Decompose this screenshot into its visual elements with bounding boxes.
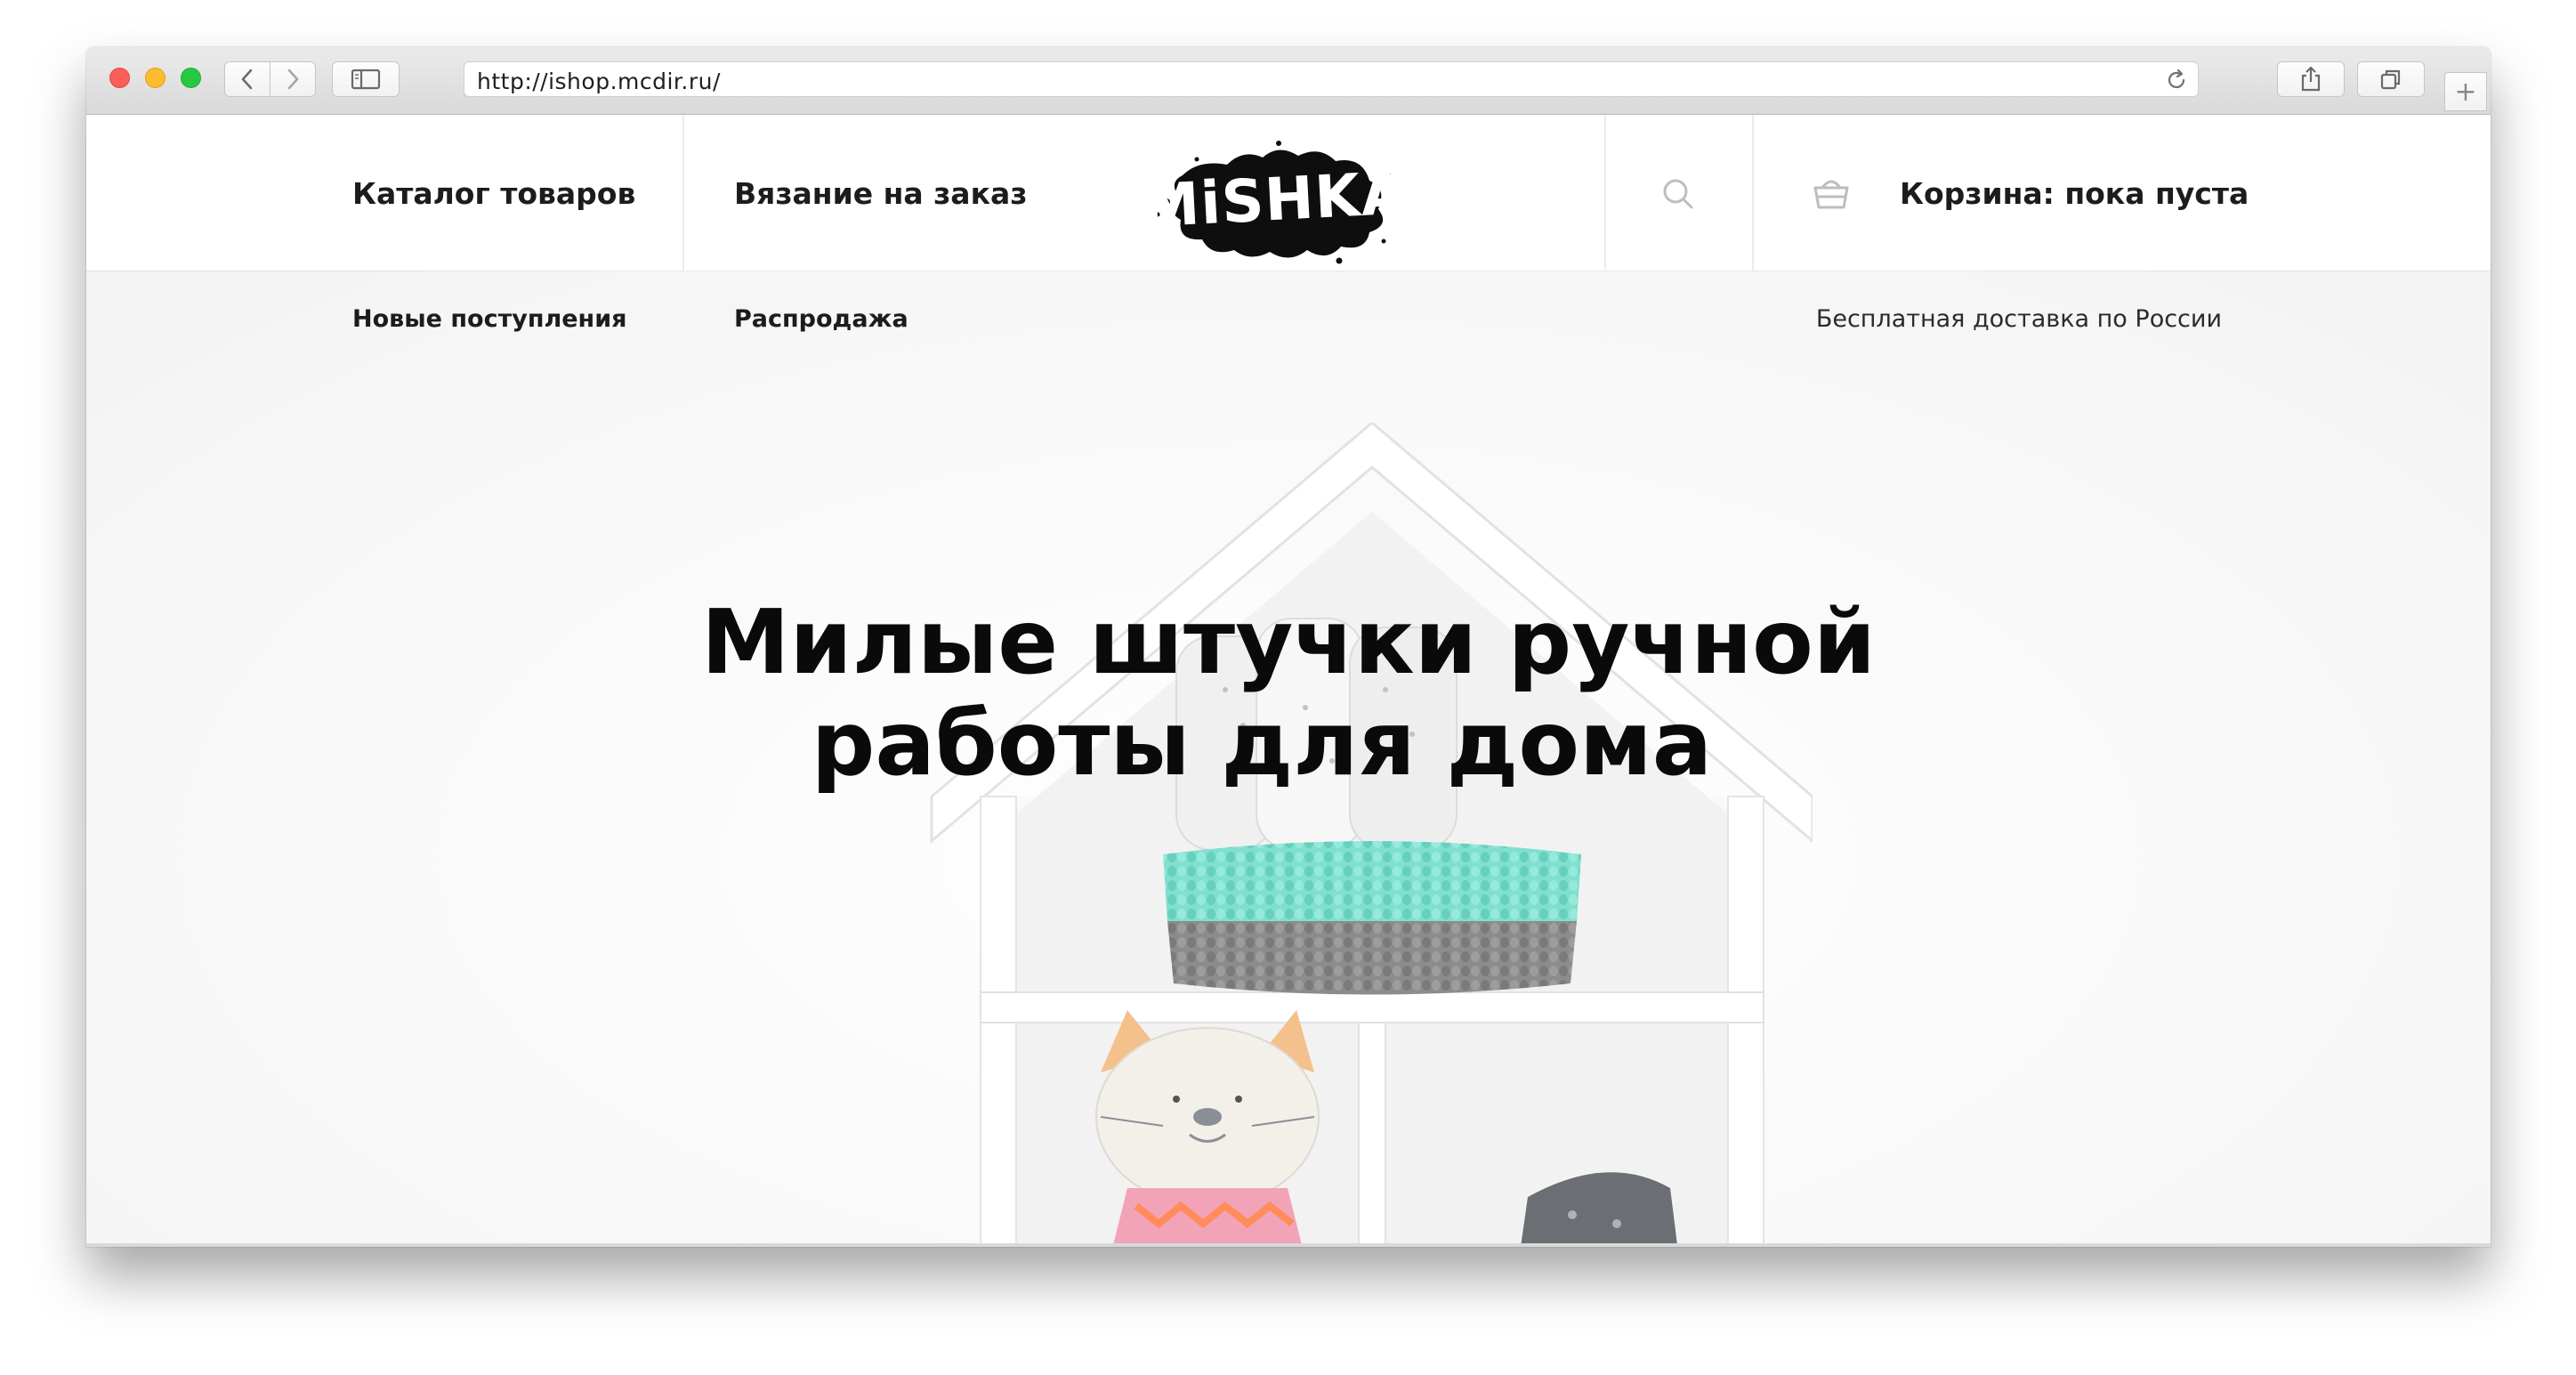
nav-knitting-link[interactable]: Вязание на заказ [734, 115, 1027, 271]
hero-section: Милые штучки ручной работы для дома [86, 271, 2491, 1247]
address-bar[interactable]: http://ishop.mcdir.ru/ [464, 61, 2199, 97]
sidebar-icon [351, 69, 381, 90]
search-icon[interactable] [1654, 170, 1702, 218]
header-divider [1752, 115, 1754, 271]
browser-toolbar: http://ishop.mcdir.ru/ + [86, 47, 2491, 115]
delivery-info: Бесплатная доставка по России [1815, 305, 2222, 333]
site-logo[interactable]: MiSHKA [1140, 133, 1409, 266]
cart-link[interactable]: Корзина: пока пуста [1900, 115, 2249, 271]
logo-text: MiSHKA [1139, 158, 1409, 241]
header-divider [1604, 115, 1606, 271]
browser-window: http://ishop.mcdir.ru/ + Каталог товаров… [86, 47, 2491, 1247]
reload-icon[interactable] [2164, 68, 2189, 93]
nav-catalog-link[interactable]: Каталог товаров [352, 115, 635, 271]
close-window-button[interactable] [109, 68, 130, 88]
new-tab-button[interactable]: + [2444, 72, 2487, 111]
address-url[interactable]: http://ishop.mcdir.ru/ [477, 69, 721, 94]
back-button[interactable] [224, 61, 271, 97]
site-header: Каталог товаров Вязание на заказ MiSHKA [86, 115, 2491, 271]
share-button[interactable] [2277, 61, 2345, 97]
share-icon [2301, 66, 2321, 92]
sidebar-toggle-button[interactable] [332, 61, 400, 97]
house-shelf-image [930, 423, 1813, 1247]
chevron-left-icon [241, 69, 253, 90]
basket-icon[interactable] [1808, 170, 1854, 216]
show-tabs-button[interactable] [2357, 61, 2425, 97]
page-bottom-edge [86, 1243, 2491, 1247]
zoom-window-button[interactable] [181, 68, 201, 88]
tabs-icon [2380, 69, 2401, 90]
header-divider [682, 115, 684, 271]
chevron-right-icon [287, 69, 299, 90]
minimize-window-button[interactable] [145, 68, 166, 88]
forward-button[interactable] [270, 61, 316, 97]
subnav-sale-link[interactable]: Распродажа [734, 305, 908, 333]
subnav-new-arrivals-link[interactable]: Новые поступления [352, 305, 626, 333]
